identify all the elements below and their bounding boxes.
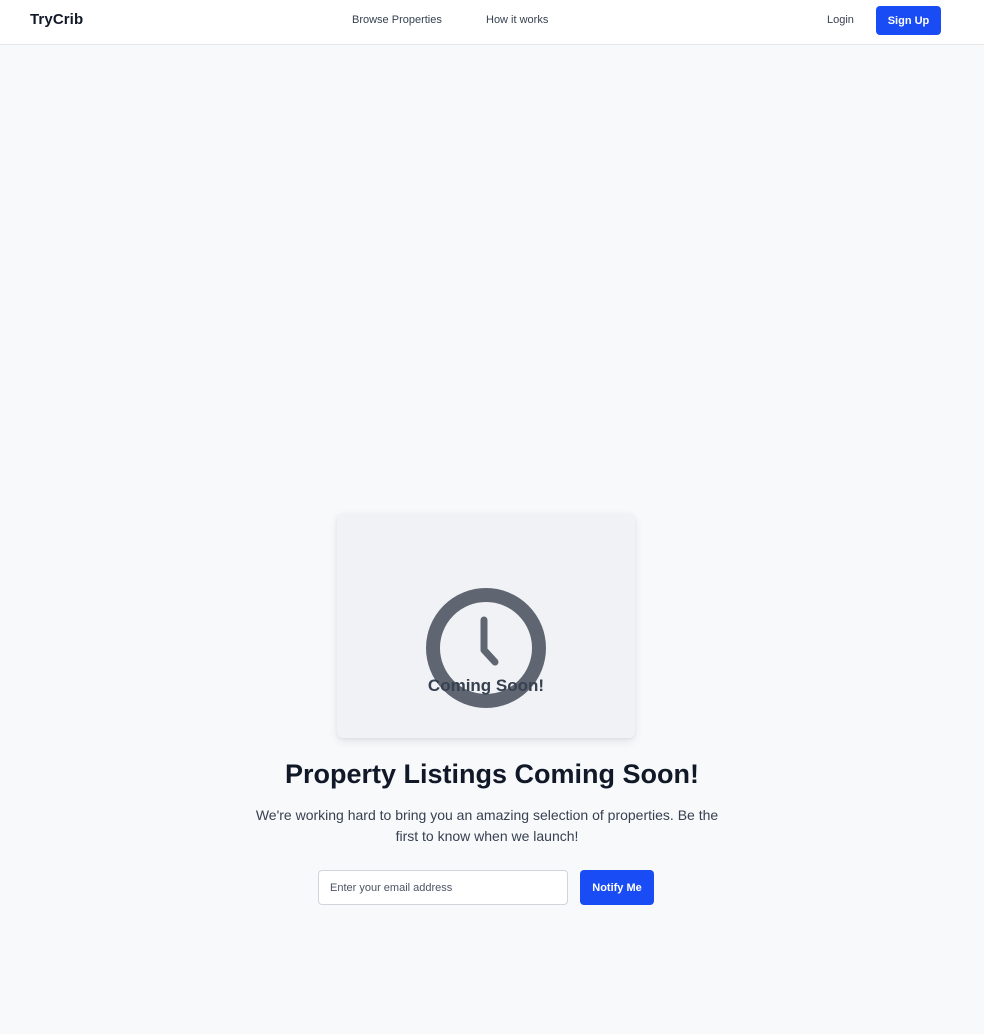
top-navbar: TryCrib Browse Properties How it works L…: [0, 0, 984, 45]
coming-soon-card: Coming Soon!: [337, 513, 635, 738]
nav-link-browse-properties[interactable]: Browse Properties: [352, 14, 442, 26]
notify-me-button[interactable]: Notify Me: [580, 870, 654, 905]
brand-logo[interactable]: TryCrib: [30, 11, 83, 28]
page-title: Property Listings Coming Soon!: [284, 759, 699, 789]
sign-up-button[interactable]: Sign Up: [876, 6, 941, 35]
login-link[interactable]: Login: [827, 14, 854, 26]
page-description: We're working hard to bring you an amazi…: [255, 807, 719, 844]
email-input[interactable]: [318, 870, 568, 905]
nav-link-how-it-works[interactable]: How it works: [486, 14, 548, 26]
coming-soon-label: Coming Soon!: [427, 676, 545, 695]
